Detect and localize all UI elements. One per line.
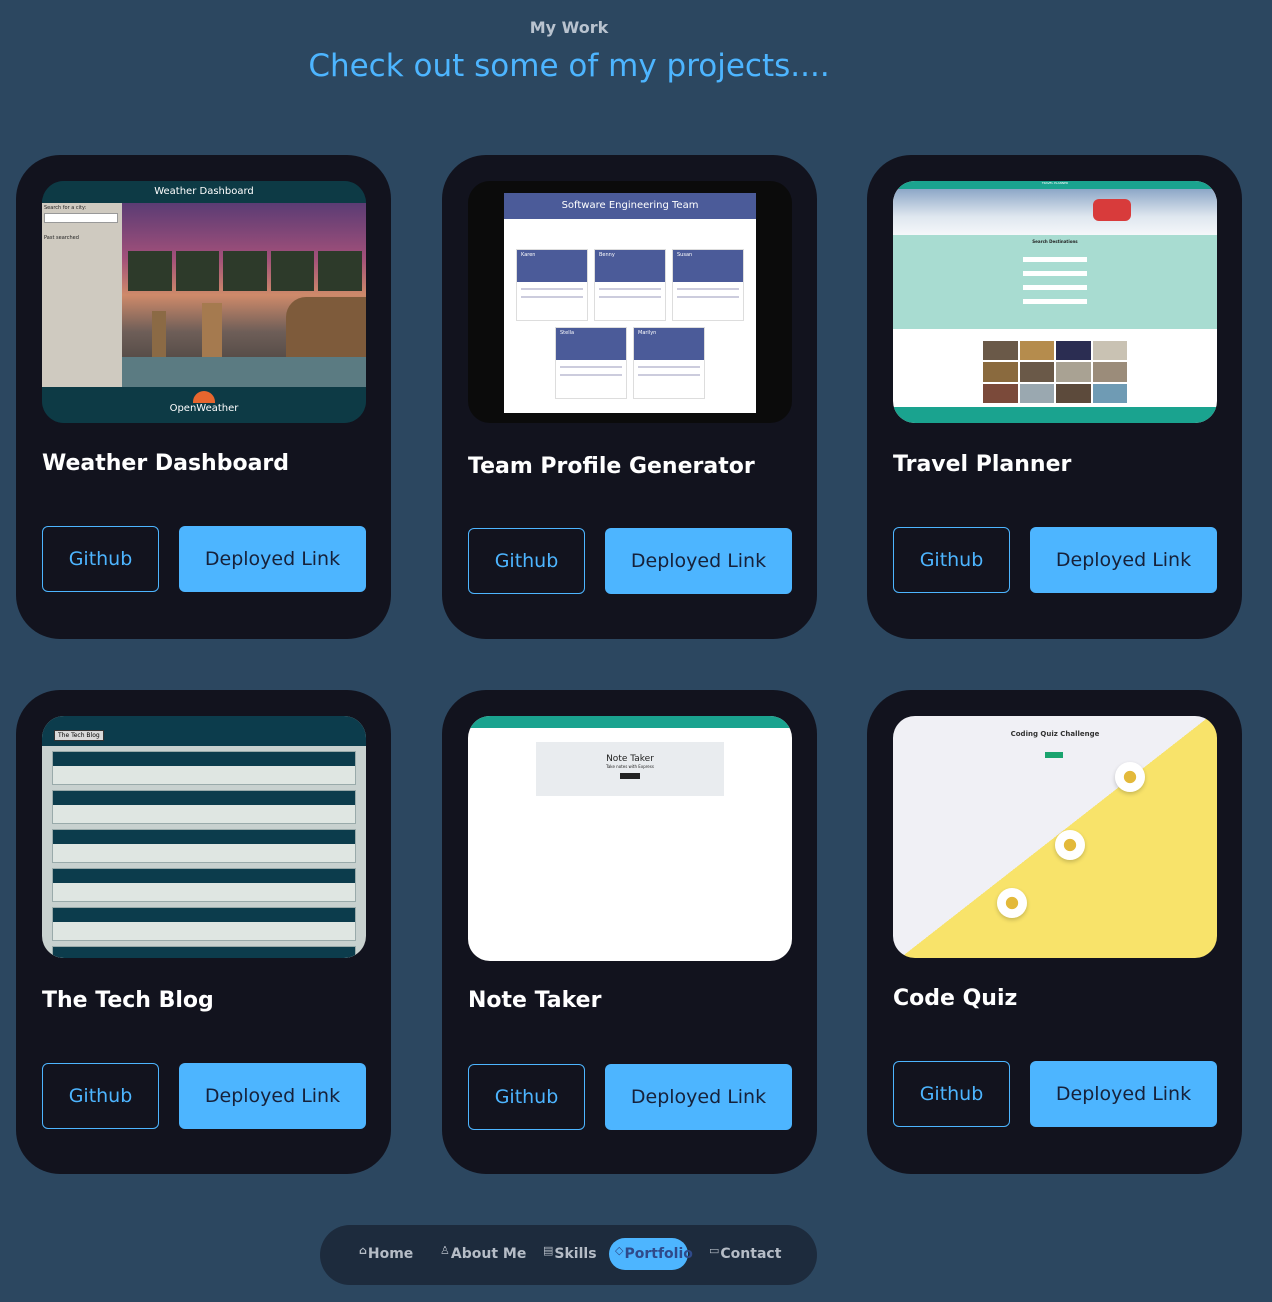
project-title: Travel Planner bbox=[893, 452, 1072, 477]
deployed-link-button[interactable]: Deployed Link bbox=[605, 1064, 792, 1130]
preview-header: The Tech Blog bbox=[54, 730, 104, 741]
project-title: Weather Dashboard bbox=[42, 451, 290, 476]
preview-gallery bbox=[983, 341, 1127, 403]
preview-forecast bbox=[124, 251, 366, 291]
deployed-link-button[interactable]: Deployed Link bbox=[179, 1063, 366, 1129]
project-title: Note Taker bbox=[468, 988, 602, 1013]
member-card: Stella bbox=[555, 327, 627, 399]
preview-header: Note Taker bbox=[606, 754, 654, 764]
deployed-link-button[interactable]: Deployed Link bbox=[605, 528, 792, 594]
preview-header: Weather Dashboard bbox=[42, 181, 366, 203]
github-button[interactable]: Github bbox=[468, 528, 585, 594]
member-card: Marilyn bbox=[633, 327, 705, 399]
member-card: Karen bbox=[516, 249, 588, 321]
home-icon: ⌂ bbox=[359, 1244, 367, 1257]
preview-header: Software Engineering Team bbox=[504, 193, 756, 219]
preview-footer: OpenWeather bbox=[42, 387, 366, 423]
member-card: Benny bbox=[594, 249, 666, 321]
flower-image bbox=[997, 888, 1027, 918]
nav-item-home[interactable]: ⌂Home bbox=[359, 1244, 413, 1262]
deployed-link-button[interactable]: Deployed Link bbox=[179, 526, 366, 592]
project-card-travel-planner: TRAVEL PLANNER Search Destinations Trave… bbox=[867, 155, 1242, 639]
nav-item-contact[interactable]: ▭Contact bbox=[709, 1244, 781, 1262]
user-icon: ♙ bbox=[440, 1244, 450, 1257]
preview-body: Search for a city: Past searched bbox=[42, 203, 366, 387]
project-preview-image[interactable]: The Tech Blog bbox=[42, 716, 366, 958]
project-preview-image[interactable]: Note Taker Take notes with Express bbox=[468, 716, 792, 961]
project-title: Code Quiz bbox=[893, 986, 1018, 1011]
project-card-weather-dashboard: Weather Dashboard Search for a city: Pas… bbox=[16, 155, 391, 639]
flower-image bbox=[1115, 762, 1145, 792]
deployed-link-button[interactable]: Deployed Link bbox=[1030, 527, 1217, 593]
sun-icon bbox=[193, 391, 215, 403]
github-button[interactable]: Github bbox=[468, 1064, 585, 1130]
deployed-link-button[interactable]: Deployed Link bbox=[1030, 1061, 1217, 1127]
flower-image bbox=[1055, 830, 1085, 860]
github-button[interactable]: Github bbox=[42, 526, 159, 592]
project-card-note-taker: Note Taker Take notes with Express Note … bbox=[442, 690, 817, 1174]
github-button[interactable]: Github bbox=[893, 1061, 1010, 1127]
diamond-icon: ◇ bbox=[615, 1244, 624, 1257]
project-card-the-tech-blog: The Tech Blog The Tech Blog Github Deplo… bbox=[16, 690, 391, 1174]
project-preview-image[interactable]: Weather Dashboard Search for a city: Pas… bbox=[42, 181, 366, 423]
nav-item-portfolio[interactable]: ◇Portfolio bbox=[615, 1244, 693, 1262]
section-eyebrow: My Work bbox=[529, 18, 609, 37]
preview-sidebar: Search for a city: Past searched bbox=[42, 203, 122, 387]
project-title: The Tech Blog bbox=[42, 988, 214, 1013]
project-preview-image[interactable]: Software Engineering Team Karen Benny Su… bbox=[468, 181, 792, 423]
book-icon: ▤ bbox=[543, 1244, 554, 1257]
project-card-team-profile-generator: Software Engineering Team Karen Benny Su… bbox=[442, 155, 817, 639]
project-preview-image[interactable]: Coding Quiz Challenge bbox=[893, 716, 1217, 958]
github-button[interactable]: Github bbox=[893, 527, 1010, 593]
preview-header: Coding Quiz Challenge bbox=[1010, 730, 1100, 738]
member-card: Susan bbox=[672, 249, 744, 321]
preview-header: TRAVEL PLANNER bbox=[893, 181, 1217, 189]
project-preview-image[interactable]: TRAVEL PLANNER Search Destinations bbox=[893, 181, 1217, 423]
nav-item-skills[interactable]: ▤Skills bbox=[543, 1244, 597, 1262]
bottom-nav: ⌂Home ♙About Me ▤Skills ◇Portfolio ▭Cont… bbox=[320, 1225, 817, 1285]
project-title: Team Profile Generator bbox=[468, 454, 755, 479]
message-icon: ▭ bbox=[709, 1244, 720, 1257]
project-card-code-quiz: Coding Quiz Challenge Code Quiz Github D… bbox=[867, 690, 1242, 1174]
nav-item-about-me[interactable]: ♙About Me bbox=[440, 1244, 526, 1262]
github-button[interactable]: Github bbox=[42, 1063, 159, 1129]
section-heading: Check out some of my projects.... bbox=[308, 48, 830, 84]
